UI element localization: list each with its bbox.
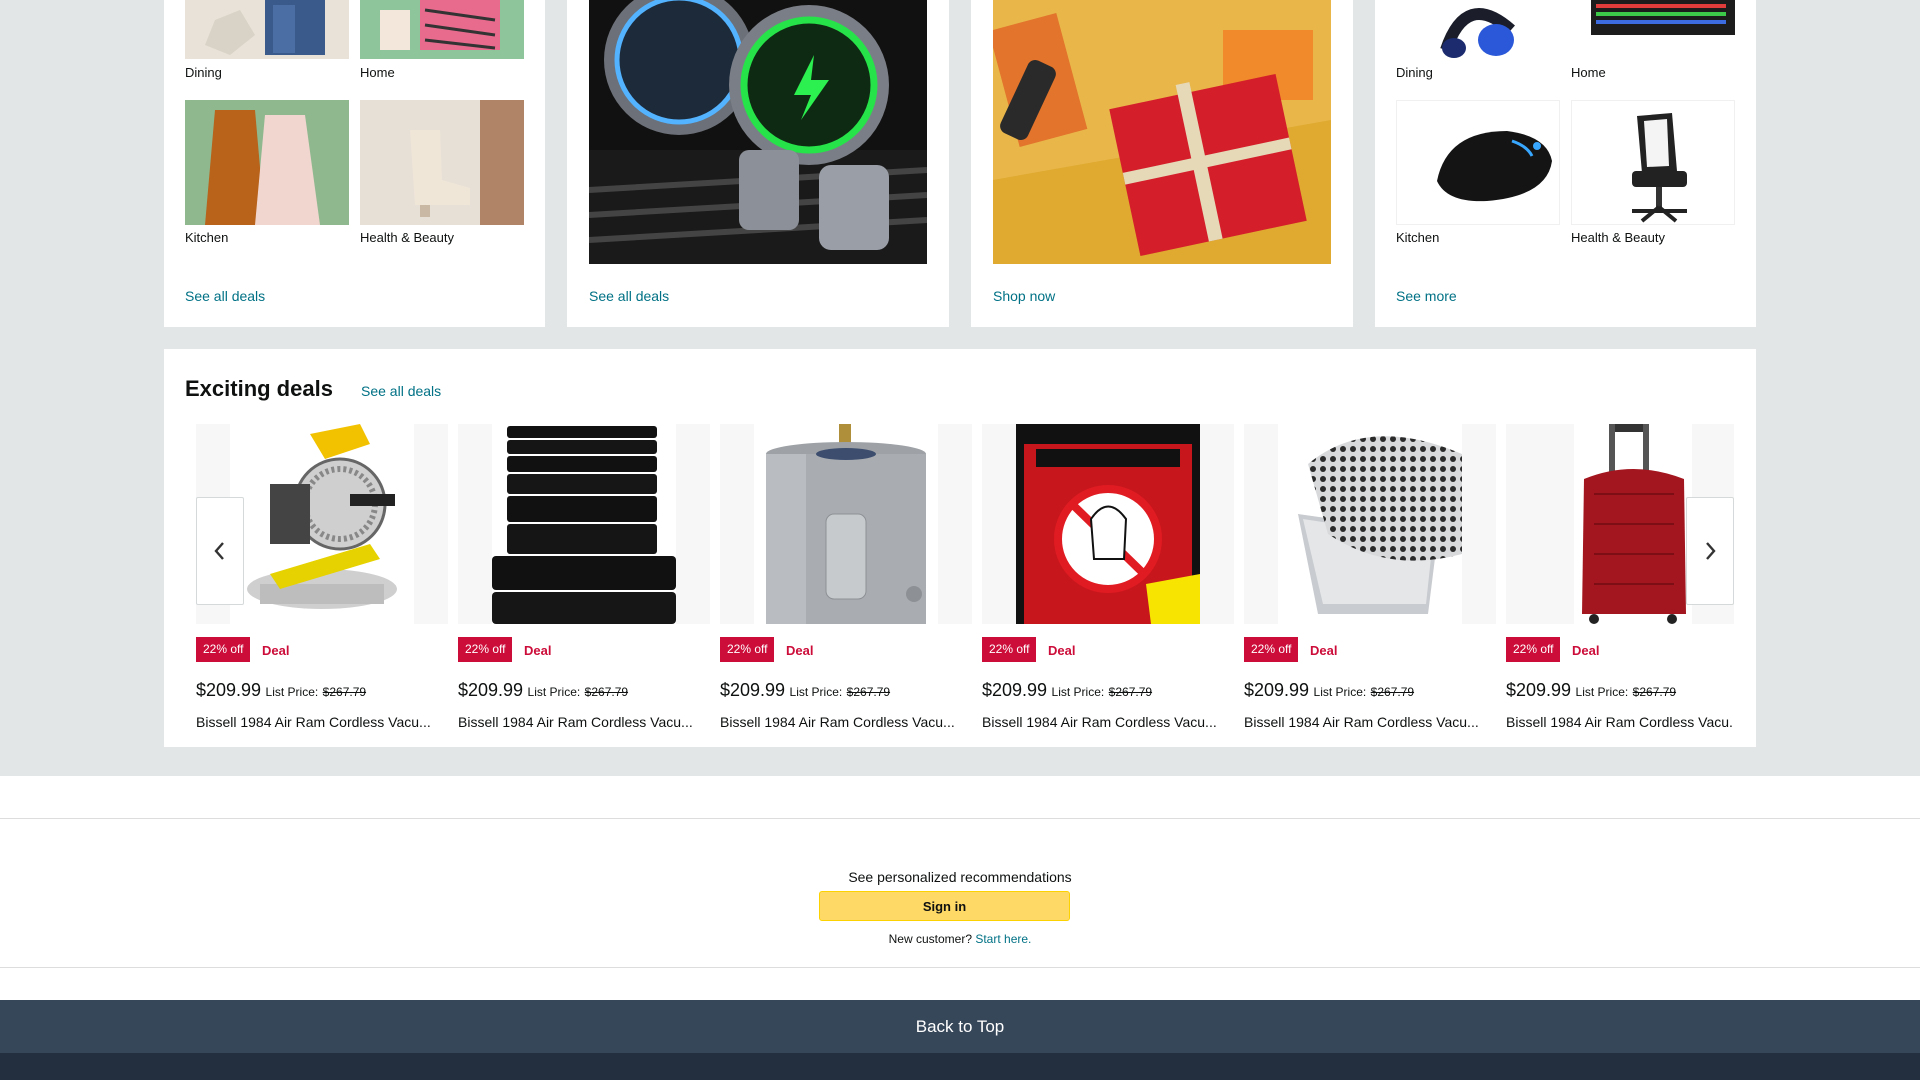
back-to-top-button[interactable]: Back to Top [0, 1000, 1920, 1053]
discount-badge: 22% off [196, 637, 251, 662]
tile-image-home[interactable] [360, 0, 524, 59]
list-price: $267.79 [584, 685, 629, 699]
tile-label-health-beauty: Health & Beauty [360, 230, 454, 245]
deal-price: $209.99 [982, 680, 1048, 700]
discount-badge: 22% off [982, 637, 1037, 662]
deal-title[interactable]: Bissell 1984 Air Ram Cordless Vacu... [982, 714, 1234, 730]
deal-price: $209.99 [1506, 680, 1572, 700]
price-row: $209.99 List Price: $267.79 [720, 680, 890, 701]
discount-badge: 22% off [720, 637, 775, 662]
deal-label: Deal [524, 643, 552, 658]
price-row: $209.99 List Price: $267.79 [196, 680, 366, 701]
price-row: $209.99 List Price: $267.79 [458, 680, 628, 701]
category-card-2: Dining Home Kitchen Health & Beauty See … [1375, 0, 1756, 327]
list-price: $267.79 [846, 685, 891, 699]
tile-label-dining: Dining [185, 65, 222, 80]
price-row: $209.99 List Price: $267.79 [982, 680, 1152, 701]
carousel-next-button[interactable] [1686, 497, 1734, 605]
deal-title[interactable]: Bissell 1984 Air Ram Cordless Vacu... [1244, 714, 1496, 730]
list-price: $267.79 [1370, 685, 1415, 699]
deal-title[interactable]: Bissell 1984 Air Ram Cordless Vacu... [720, 714, 972, 730]
tile-label-kitchen: Kitchen [185, 230, 229, 245]
deal-title[interactable]: Bissell 1984 Air Ram Cordless Vacu... [1506, 714, 1734, 730]
tile-image-kitchen[interactable] [1396, 100, 1560, 225]
product-image-black-towels[interactable] [458, 424, 710, 624]
deal-label: Deal [262, 643, 290, 658]
list-price: $267.79 [322, 685, 367, 699]
deal-price: $209.99 [1244, 680, 1310, 700]
promo-card-gifts: Shop now [971, 0, 1353, 327]
discount-badge: 22% off [458, 637, 513, 662]
deal-price: $209.99 [196, 680, 262, 700]
tile-label-health-beauty: Health & Beauty [1571, 230, 1665, 245]
tile-label-home: Home [360, 65, 395, 80]
tile-image-home[interactable] [1571, 0, 1735, 59]
sign-in-button[interactable]: Sign in [819, 891, 1070, 921]
deal-label: Deal [1572, 643, 1600, 658]
deal-label: Deal [1310, 643, 1338, 658]
list-price-label: List Price: [789, 685, 843, 699]
price-row: $209.99 List Price: $267.79 [1244, 680, 1414, 701]
product-image-grill-basket[interactable] [1244, 424, 1496, 624]
product-image-water-heater[interactable] [720, 424, 972, 624]
deal-label: Deal [786, 643, 814, 658]
shop-now-link[interactable]: Shop now [993, 288, 1055, 304]
tile-image-health-beauty[interactable] [1571, 100, 1735, 225]
recommendations-text: See personalized recommendations [848, 869, 1072, 885]
discount-badge: 22% off [1244, 637, 1299, 662]
deal-price: $209.99 [458, 680, 524, 700]
gift-box-image[interactable] [993, 0, 1331, 264]
see-all-deals-link[interactable]: See all deals [589, 288, 669, 304]
footer-nav [0, 1053, 1920, 1080]
price-row: $209.99 List Price: $267.79 [1506, 680, 1676, 701]
category-card-1: Dining Home Kitchen Health & Beauty See … [164, 0, 545, 327]
deal-item[interactable]: 22% off Deal $209.99 List Price: $267.79… [982, 424, 1234, 734]
list-price-label: List Price: [1051, 685, 1105, 699]
tile-image-health-beauty[interactable] [360, 100, 524, 225]
tile-label-dining: Dining [1396, 65, 1433, 80]
deals-title: Exciting deals [185, 376, 333, 401]
tile-label-kitchen: Kitchen [1396, 230, 1440, 245]
tile-image-dining[interactable] [185, 0, 349, 59]
deal-price: $209.99 [720, 680, 786, 700]
tile-image-kitchen[interactable] [185, 100, 349, 225]
new-customer-label: New customer? [888, 932, 972, 946]
tile-label-home: Home [1571, 65, 1606, 80]
deal-item[interactable]: 22% off Deal $209.99 List Price: $267.79… [1244, 424, 1496, 734]
deal-label: Deal [1048, 643, 1076, 658]
deals-carousel-card: Exciting deals See all deals 22% off Dea… [164, 349, 1756, 747]
deal-item[interactable]: 22% off Deal $209.99 List Price: $267.79… [458, 424, 710, 734]
chevron-right-icon [1706, 542, 1716, 560]
deal-title[interactable]: Bissell 1984 Air Ram Cordless Vacu... [196, 714, 448, 730]
list-price-label: List Price: [527, 685, 581, 699]
promo-card-chargers: See all deals [567, 0, 949, 327]
see-all-deals-link[interactable]: See all deals [361, 383, 441, 399]
discount-badge: 22% off [1506, 637, 1561, 662]
deal-title[interactable]: Bissell 1984 Air Ram Cordless Vacu... [458, 714, 710, 730]
list-price-label: List Price: [1313, 685, 1367, 699]
chevron-left-icon [214, 542, 224, 560]
see-all-deals-link[interactable]: See all deals [185, 288, 265, 304]
list-price-label: List Price: [1575, 685, 1629, 699]
tile-image-dining[interactable] [1396, 0, 1560, 59]
signin-box: See personalized recommendations Sign in… [0, 818, 1920, 968]
start-here-link[interactable]: Start here. [975, 932, 1031, 946]
new-customer-text: New customer? Start here. [0, 932, 1920, 946]
list-price: $267.79 [1632, 685, 1677, 699]
car-charger-image[interactable] [589, 0, 927, 264]
product-image-ghostbusters-bluray[interactable] [982, 424, 1234, 624]
see-more-link[interactable]: See more [1396, 288, 1457, 304]
list-price-label: List Price: [265, 685, 319, 699]
carousel-prev-button[interactable] [196, 497, 244, 605]
deal-item[interactable]: 22% off Deal $209.99 List Price: $267.79… [720, 424, 972, 734]
list-price: $267.79 [1108, 685, 1153, 699]
